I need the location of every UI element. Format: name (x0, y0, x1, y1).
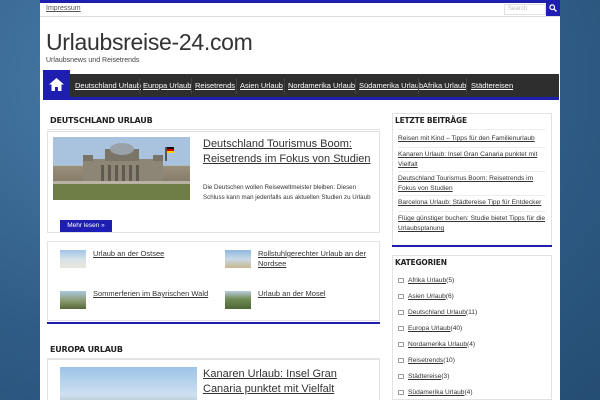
thumbnail-mosel[interactable] (225, 291, 251, 309)
featured-image-gran-canaria[interactable] (60, 367, 197, 400)
widget-title: LETZTE BEITRÄGE (395, 116, 467, 125)
featured-post-excerpt: Die Deutschen wollen Reiseweltmeister bl… (203, 184, 371, 201)
recent-post-link[interactable]: Barcelona Urlaub: Städtereise Tipp für E… (398, 198, 548, 208)
page-container: Urlaubsreise-24.com Urlaubsnews und Reis… (40, 17, 560, 400)
section-header-europa: EUROPA URLAUB (47, 341, 380, 359)
nav-suedamerika-urlaub[interactable]: Südamerika Urlaub (359, 81, 423, 90)
nav-nordamerika-urlaub[interactable]: Nordamerika Urlaub (288, 81, 355, 90)
recent-post-link[interactable]: Deutschland Tourismus Boom: Reisetrends … (398, 174, 548, 194)
site-logo[interactable]: Urlaubsreise-24.com (46, 29, 253, 56)
category-item[interactable]: Städtereise(3) (398, 373, 449, 383)
category-item[interactable]: Asien Urlaub(6) (398, 293, 454, 303)
recent-posts-header: LETZTE BEITRÄGE (392, 113, 552, 128)
section-header-deutschland: DEUTSCHLAND URLAUB (47, 112, 380, 130)
search-input[interactable]: Search (504, 4, 546, 15)
nav-afrika-urlaub[interactable]: Afrika Urlaub (423, 81, 466, 90)
search-button[interactable] (546, 0, 560, 16)
folder-icon (398, 357, 404, 363)
main-nav: Deutschland Urlaub Europa Urlaub Reisetr… (43, 70, 559, 100)
top-bar: Impressum Search (40, 0, 560, 17)
folder-icon (398, 293, 404, 299)
section-title[interactable]: DEUTSCHLAND URLAUB (50, 116, 153, 125)
recent-post-link[interactable]: Kanaren Urlaub: Insel Gran Canaria punkt… (398, 150, 548, 170)
category-item[interactable]: Reisetrends(10) (398, 357, 455, 367)
category-item[interactable]: Nordamerika Urlaub(4) (398, 341, 475, 351)
folder-icon (398, 325, 404, 331)
nav-europa-urlaub[interactable]: Europa Urlaub (143, 81, 191, 90)
nav-asien-urlaub[interactable]: Asien Urlaub (240, 81, 283, 90)
related-post-title[interactable]: Rollstuhlgerechter Urlaub an der Nordsee (258, 249, 376, 269)
section-title[interactable]: EUROPA URLAUB (50, 345, 123, 354)
related-post-title[interactable]: Urlaub an der Ostsee (93, 249, 203, 259)
category-item[interactable]: Afrika Urlaub(5) (398, 277, 454, 287)
thumbnail-nordsee[interactable] (225, 250, 251, 268)
nav-deutschland-urlaub[interactable]: Deutschland Urlaub (75, 81, 141, 90)
folder-icon (398, 277, 404, 283)
category-item[interactable]: Europa Urlaub(40) (398, 325, 462, 335)
folder-icon (398, 341, 404, 347)
nav-staedtereisen[interactable]: Städtereisen (471, 81, 513, 90)
europa-post-title[interactable]: Kanaren Urlaub: Insel Gran Canaria punkt… (203, 367, 378, 397)
category-item[interactable]: Südamerika Urlaub(4) (398, 389, 473, 399)
featured-image-reichstag[interactable] (53, 137, 190, 200)
site-tagline: Urlaubsnews und Reisetrends (46, 57, 140, 64)
categories-header: KATEGORIEN (392, 255, 552, 270)
folder-icon (398, 309, 404, 315)
featured-post-title[interactable]: Deutschland Tourismus Boom: Reisetrends … (203, 137, 378, 167)
search-icon (549, 4, 557, 12)
section-divider (47, 322, 380, 324)
widget-divider (392, 245, 552, 247)
related-post-title[interactable]: Sommerferien im Bayrischen Wald (93, 289, 213, 299)
related-post-title[interactable]: Urlaub an der Mosel (258, 289, 376, 299)
thumbnail-ostsee[interactable] (60, 250, 86, 268)
widget-title: KATEGORIEN (395, 258, 447, 267)
impressum-link[interactable]: Impressum (46, 5, 81, 12)
home-button[interactable] (43, 70, 70, 99)
thumbnail-bayrischer-wald[interactable] (60, 291, 86, 309)
category-item[interactable]: Deutschland Urlaub(11) (398, 309, 477, 319)
home-icon (49, 78, 64, 91)
folder-icon (398, 389, 404, 395)
recent-post-link[interactable]: Flüge günstiger buchen: Studie bietet Ti… (398, 214, 548, 234)
nav-reisetrends[interactable]: Reisetrends (195, 81, 235, 90)
recent-post-link[interactable]: Reisen mit Kind – Tipps für den Familien… (398, 134, 548, 144)
folder-icon (398, 373, 404, 379)
read-more-button[interactable]: Mehr lesen » (60, 220, 112, 232)
